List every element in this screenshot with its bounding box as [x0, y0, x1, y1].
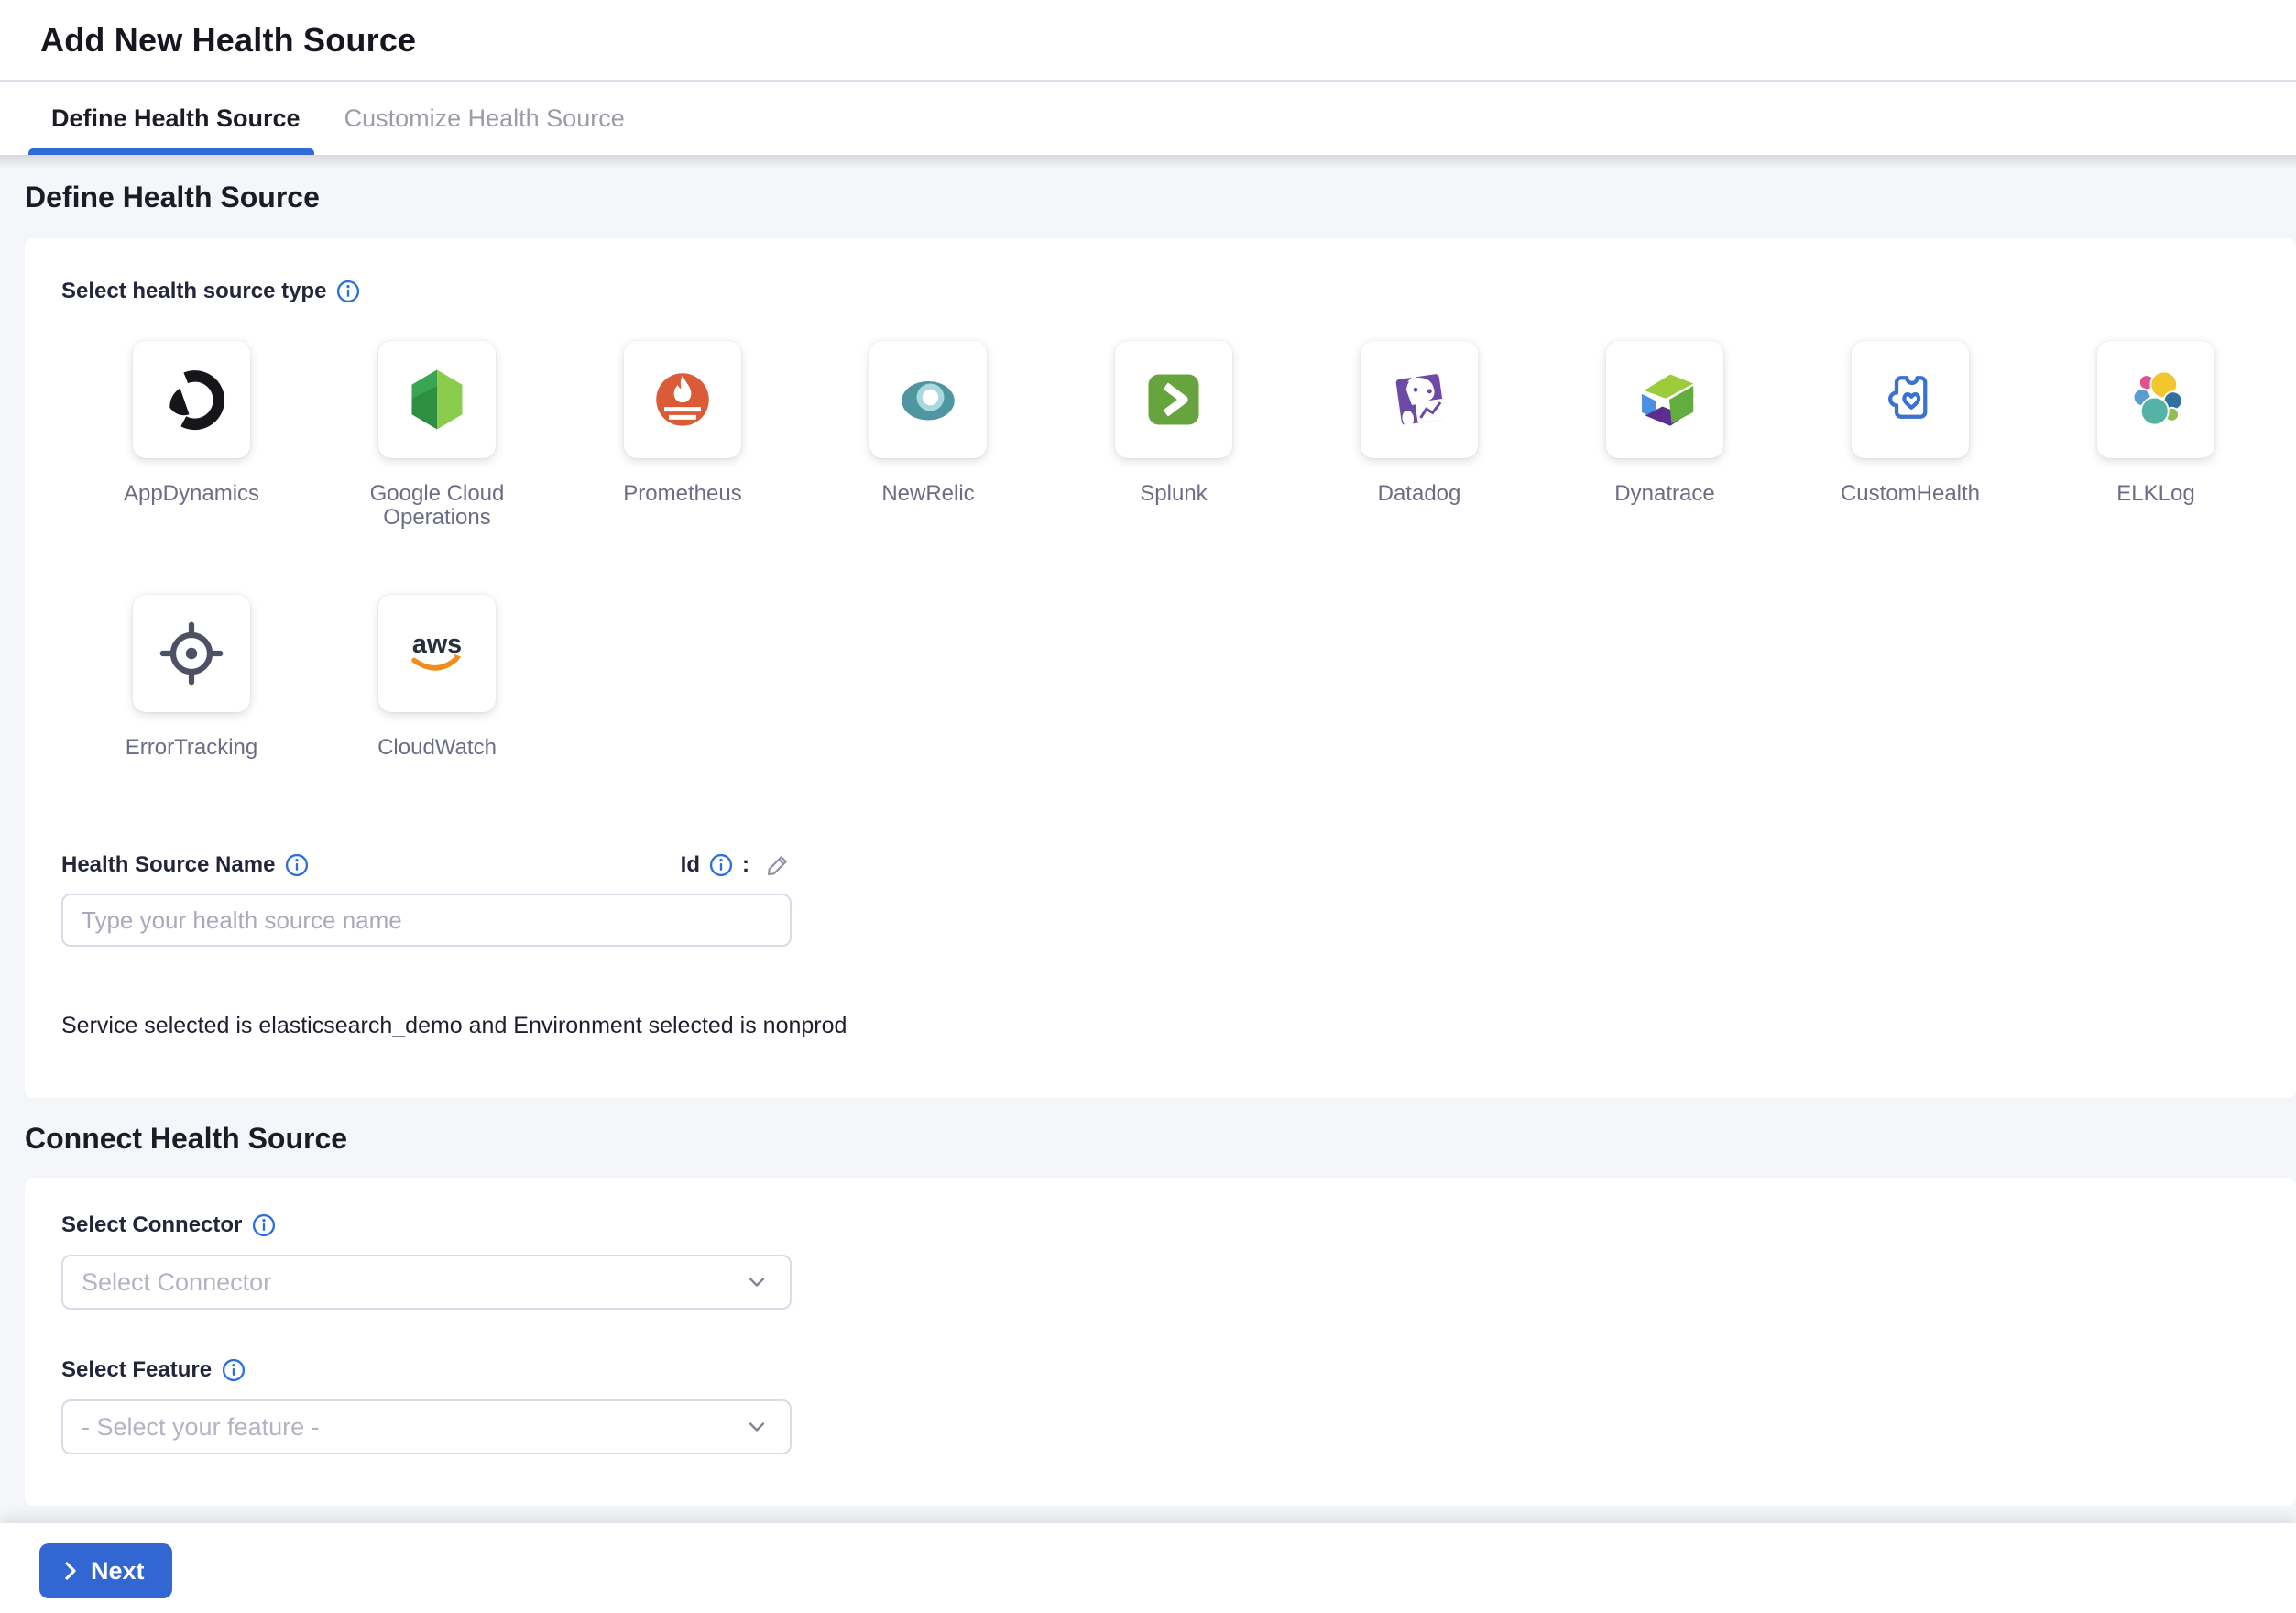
- health-source-label: ELKLog: [2116, 482, 2194, 506]
- id-label: Id: [681, 852, 700, 878]
- service-environment-note: Service selected is elasticsearch_demo a…: [61, 1013, 2296, 1039]
- health-source-card-splunk[interactable]: Splunk: [1051, 341, 1296, 531]
- info-icon[interactable]: [222, 1358, 246, 1382]
- prometheus-icon: [624, 341, 741, 458]
- chevron-down-icon: [744, 1269, 770, 1295]
- info-icon[interactable]: [709, 853, 733, 877]
- health-source-card-cloudwatch[interactable]: aws CloudWatch: [314, 595, 560, 760]
- select-connector-label-group: Select Connector: [61, 1212, 2296, 1238]
- datadog-icon: [1361, 341, 1478, 458]
- connector-select-placeholder: Select Connector: [82, 1268, 271, 1297]
- health-source-name-label: Health Source Name: [61, 852, 275, 878]
- info-icon[interactable]: [252, 1213, 276, 1237]
- health-source-type-grid: AppDynamics Google Cloud Operations Prom…: [61, 341, 2296, 824]
- define-health-source-card: Select health source type AppDynamics Go…: [25, 238, 2296, 1098]
- elklog-icon: [2097, 341, 2214, 458]
- health-source-name-row: Health Source Name Id :: [61, 851, 792, 879]
- info-icon[interactable]: [285, 853, 309, 877]
- edit-pencil-icon: [764, 851, 792, 879]
- health-source-label: CustomHealth: [1841, 482, 1980, 506]
- health-source-card-dynatrace[interactable]: Dynatrace: [1542, 341, 1788, 531]
- page-title: Add New Health Source: [40, 21, 416, 60]
- connect-section-heading: Connect Health Source: [0, 1098, 2296, 1178]
- customhealth-icon: [1852, 341, 1969, 458]
- health-source-label: Dynatrace: [1614, 482, 1714, 506]
- health-source-label: Datadog: [1378, 482, 1461, 506]
- next-button-label: Next: [91, 1557, 145, 1586]
- select-type-label: Select health source type: [61, 279, 326, 304]
- select-feature-label-group: Select Feature: [61, 1357, 2296, 1383]
- google-cloud-operations-icon: [378, 341, 496, 458]
- tab-customize-health-source[interactable]: Customize Health Source: [344, 82, 625, 155]
- appdynamics-icon: [133, 341, 250, 458]
- health-source-label: NewRelic: [881, 482, 974, 506]
- splunk-icon: [1115, 341, 1232, 458]
- health-source-label: Splunk: [1140, 482, 1207, 506]
- health-source-label: Prometheus: [623, 482, 741, 506]
- health-source-label: Google Cloud Operations: [314, 482, 560, 531]
- health-source-card-errortracking[interactable]: ErrorTracking: [69, 595, 314, 760]
- health-source-name-input[interactable]: [61, 894, 792, 947]
- health-source-card-newrelic[interactable]: NewRelic: [805, 341, 1051, 531]
- health-source-card-datadog[interactable]: Datadog: [1296, 341, 1542, 531]
- dynatrace-icon: [1606, 341, 1723, 458]
- edit-id-button[interactable]: [764, 851, 792, 879]
- id-group: Id :: [681, 851, 792, 879]
- feature-select[interactable]: - Select your feature -: [61, 1399, 792, 1454]
- connect-health-source-card: Select Connector Select Connector Select…: [25, 1178, 2296, 1506]
- define-section-heading: Define Health Source: [0, 155, 2296, 238]
- health-source-card-elklog[interactable]: ELKLog: [2033, 341, 2279, 531]
- select-type-row: Select health source type: [61, 279, 2296, 304]
- page-header: Add New Health Source: [0, 0, 2296, 82]
- info-icon[interactable]: [336, 280, 360, 303]
- newrelic-icon: [869, 341, 987, 458]
- errortracking-icon: [133, 595, 250, 712]
- health-source-label: CloudWatch: [377, 736, 497, 760]
- wizard-footer: Next: [0, 1523, 2296, 1613]
- health-source-card-customhealth[interactable]: CustomHealth: [1788, 341, 2033, 531]
- tab-define-health-source[interactable]: Define Health Source: [51, 82, 301, 155]
- add-health-source-page: Add New Health Source Define Health Sour…: [0, 0, 2296, 1613]
- health-source-label: ErrorTracking: [126, 736, 257, 760]
- health-source-card-appdynamics[interactable]: AppDynamics: [69, 341, 314, 531]
- chevron-right-icon: [60, 1560, 82, 1582]
- tab-bar: Define Health Source Customize Health So…: [0, 82, 2296, 155]
- select-feature-label: Select Feature: [61, 1357, 212, 1383]
- health-source-card-prometheus[interactable]: Prometheus: [560, 341, 805, 531]
- health-source-name-label-group: Health Source Name: [61, 852, 309, 878]
- health-source-card-google-cloud-operations[interactable]: Google Cloud Operations: [314, 341, 560, 531]
- id-colon: :: [742, 852, 749, 878]
- cloudwatch-icon: aws: [378, 595, 496, 712]
- chevron-down-icon: [744, 1414, 770, 1440]
- connector-select[interactable]: Select Connector: [61, 1255, 792, 1310]
- feature-select-placeholder: - Select your feature -: [82, 1413, 320, 1442]
- select-connector-label: Select Connector: [61, 1212, 242, 1238]
- next-button[interactable]: Next: [39, 1543, 172, 1598]
- health-source-label: AppDynamics: [124, 482, 259, 506]
